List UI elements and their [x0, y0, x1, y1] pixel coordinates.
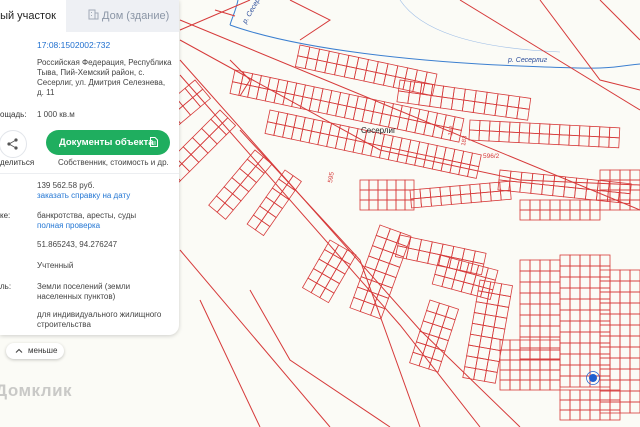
checks-value: банкротства, аресты, суды: [37, 211, 137, 220]
full-check-link[interactable]: полная проверка: [37, 221, 100, 231]
share-label[interactable]: делиться: [0, 158, 34, 167]
address-line: Тыва, Пий-Хемский район, с.: [37, 68, 145, 77]
address-block: Российская Федерация, Республика Тыва, П…: [37, 58, 172, 98]
building-icon: [88, 9, 99, 20]
tab-land-plot[interactable]: ный участок: [0, 0, 64, 32]
object-documents-button[interactable]: Документы объекта: [46, 130, 170, 155]
order-certificate-link[interactable]: заказать справку на дату: [37, 191, 130, 201]
share-icon: [7, 138, 18, 150]
area-value: 1 000 кв.м: [37, 110, 75, 119]
plot-label: 596/2: [483, 153, 500, 160]
category-value: Земли поселений (земли населенных пункто…: [37, 282, 130, 302]
status-value: Учтенный: [37, 261, 74, 270]
cadastral-number[interactable]: 17:08:1502002:732: [37, 40, 110, 50]
area-label: ощадь:: [0, 110, 27, 119]
checks-label: ке:: [0, 211, 11, 220]
address-line: Сесерлиг, ул. Дмитрия Селезнева,: [37, 78, 166, 87]
river-label: р. Сесерлиг: [507, 57, 548, 64]
chevron-up-icon: [15, 348, 23, 353]
permitted-use-value: для индивидуального жилищного строительс…: [37, 310, 161, 330]
category-label: ль:: [0, 282, 12, 291]
show-less-button[interactable]: меньше: [6, 343, 64, 359]
object-documents-label: Документы объекта: [59, 137, 154, 148]
permitted-use-line: строительства: [37, 320, 91, 329]
category-line: населенных пунктов): [37, 292, 116, 301]
document-icon: [150, 137, 158, 147]
tab-bar: ный участок Дом (здание): [0, 0, 179, 32]
docs-subtitle: Собственник, стоимость и др.: [58, 158, 169, 167]
show-less-label: меньше: [28, 346, 58, 355]
share-button[interactable]: [0, 130, 27, 158]
divider: [0, 173, 179, 174]
info-panel: ный участок Дом (здание) 17:08:1502002:7…: [0, 0, 179, 335]
address-line: д. 11: [37, 88, 55, 97]
location-marker: [589, 374, 597, 382]
tab-building-label: Дом (здание): [102, 10, 170, 22]
village-label: Сесерлиг: [361, 126, 396, 135]
category-line: Земли поселений (земли: [37, 282, 131, 291]
tab-land-plot-label: ный участок: [0, 10, 56, 22]
cost-value: 139 562.58 руб.: [37, 181, 95, 190]
address-line: Российская Федерация, Республика: [37, 58, 172, 67]
permitted-use-line: для индивидуального жилищного: [37, 310, 162, 319]
domclick-watermark: Домклик: [0, 381, 73, 400]
tab-building[interactable]: Дом (здание): [66, 0, 179, 32]
coordinates: 51.865243, 94.276247: [37, 240, 118, 249]
